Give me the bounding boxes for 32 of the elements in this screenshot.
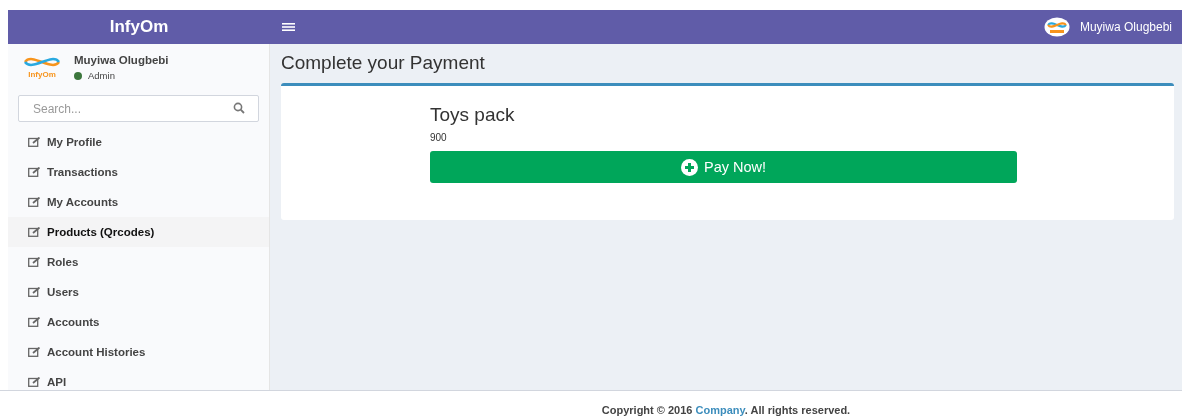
user-name: Muyiwa Olugbebi [74,54,169,66]
avatar-icon[interactable] [1043,17,1070,37]
user-role: Admin [88,70,115,81]
brand-logo[interactable]: InfyOm [8,17,270,37]
sidebar-item[interactable]: My Profile [8,127,269,157]
edit-icon [28,197,41,207]
sidebar-item[interactable]: Accounts [8,307,269,337]
company-link[interactable]: Company [695,404,745,416]
edit-icon [28,377,41,387]
edit-icon [28,167,41,177]
page-title: Complete your Payment [281,51,486,75]
sidebar-item[interactable]: Transactions [8,157,269,187]
product-price: 900 [430,132,448,143]
sidebar-item[interactable]: Products (Qrcodes) [8,217,269,247]
product-name: Toys pack [430,104,516,126]
sidebar-item[interactable]: Roles [8,247,269,277]
edit-icon [28,257,41,267]
search-icon[interactable] [233,102,245,114]
edit-icon [28,287,41,297]
sidebar-item[interactable]: Account Histories [8,337,269,367]
sidebar-item[interactable]: Users [8,277,269,307]
edit-icon [28,227,41,237]
plus-circle-icon [680,158,698,176]
user-name[interactable]: Muyiwa Olugbebi [1079,20,1172,34]
edit-icon [28,317,41,327]
sidebar-item[interactable]: My Accounts [8,187,269,217]
search-field[interactable]: Search... [18,95,259,122]
edit-icon [28,347,41,357]
edit-icon [28,137,41,147]
logo-text: InfyOm [28,70,56,79]
copyright-text: Copyright © 2016 Company. All rights reserved. [601,404,851,416]
sidebar-item[interactable]: API [8,367,269,397]
